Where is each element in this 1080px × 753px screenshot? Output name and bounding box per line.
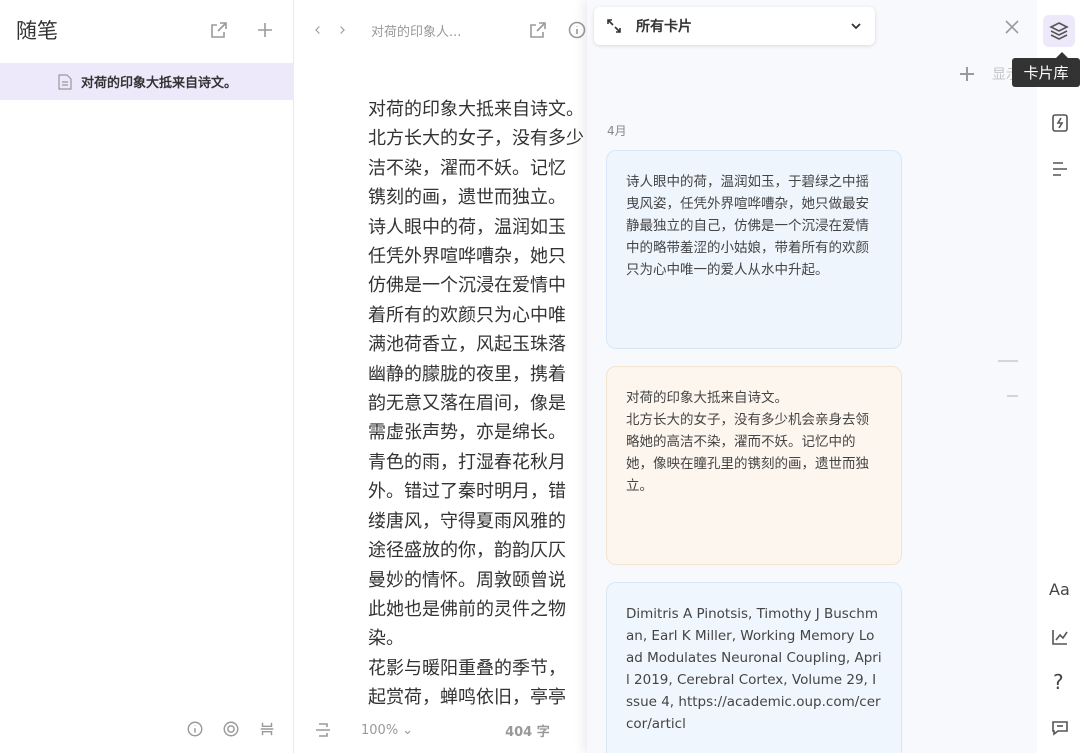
card-filter-select[interactable]: 所有卡片 xyxy=(594,7,875,45)
sidebar-title: 随笔 xyxy=(16,19,58,43)
sidebar-item-note[interactable]: 对荷的印象大抵来自诗文。 xyxy=(0,63,294,100)
add-note-icon[interactable] xyxy=(253,18,277,42)
right-rail: Aa ? xyxy=(1037,0,1080,753)
info-icon[interactable] xyxy=(183,717,207,741)
card-item[interactable]: 诗人眼中的荷，温润如玉，于碧绿之中摇曳风姿，任凭外界喧哗嘈杂，她只做最安静最独立… xyxy=(606,150,902,349)
collapse-icon[interactable] xyxy=(255,717,279,741)
target-icon[interactable] xyxy=(219,717,243,741)
add-card-icon[interactable] xyxy=(955,62,979,86)
card-filter-label: 所有卡片 xyxy=(636,19,692,35)
back-arrow-icon[interactable] xyxy=(311,18,325,42)
outline-icon[interactable] xyxy=(1048,157,1072,181)
chart-icon[interactable] xyxy=(1048,625,1072,649)
card-item[interactable]: 对荷的印象大抵来自诗文。 北方长大的女子，没有多少机会亲身去领略她的高洁不染，濯… xyxy=(606,366,902,565)
collapse-arrows-icon[interactable] xyxy=(606,18,622,34)
word-count: 404 字 xyxy=(505,724,550,740)
document-icon xyxy=(58,73,72,90)
divider xyxy=(998,360,1018,362)
feedback-icon[interactable] xyxy=(1048,716,1072,740)
sidebar: 随笔 对荷的印象大抵来自诗文。 xyxy=(0,0,294,753)
chevron-down-icon[interactable]: ⌄ xyxy=(402,723,413,738)
open-external-icon[interactable] xyxy=(528,18,548,42)
help-button[interactable]: ? xyxy=(1053,670,1064,694)
editor: 对荷的印象人... 对荷的印象大抵来自诗文。 北方长大的女子，没有多少 洁不染，… xyxy=(295,0,587,753)
flash-icon[interactable] xyxy=(1048,111,1072,135)
font-settings-button[interactable]: Aa xyxy=(1049,580,1070,599)
card-panel: 所有卡片 显示 4月 诗人眼中的荷，温润如玉，于碧绿之中摇曳风姿，任凭外界喧哗嘈… xyxy=(587,0,1037,753)
editor-footer: 100% ⌄ 404 字 xyxy=(311,718,601,742)
card-item[interactable]: Dimitris A Pinotsis, Timothy J Buschman,… xyxy=(606,582,902,753)
info-icon[interactable] xyxy=(567,18,587,42)
breadcrumb[interactable]: 对荷的印象人... xyxy=(371,21,490,40)
divider xyxy=(1007,395,1018,397)
sidebar-footer xyxy=(183,717,279,741)
card-library-icon[interactable] xyxy=(1043,15,1075,47)
sidebar-header: 随笔 xyxy=(0,0,293,60)
chevron-down-icon xyxy=(851,23,861,30)
open-external-icon[interactable] xyxy=(207,18,231,42)
editor-toolbar: 对荷的印象人... xyxy=(295,0,587,60)
sidebar-item-label: 对荷的印象大抵来自诗文。 xyxy=(81,76,238,91)
strikethrough-icon[interactable] xyxy=(311,718,335,742)
forward-arrow-icon[interactable] xyxy=(335,18,349,42)
close-icon[interactable] xyxy=(1000,15,1024,39)
month-label: 4月 xyxy=(607,124,627,138)
tooltip: 卡片库 xyxy=(1012,52,1080,87)
zoom-level[interactable]: 100% xyxy=(361,723,398,738)
